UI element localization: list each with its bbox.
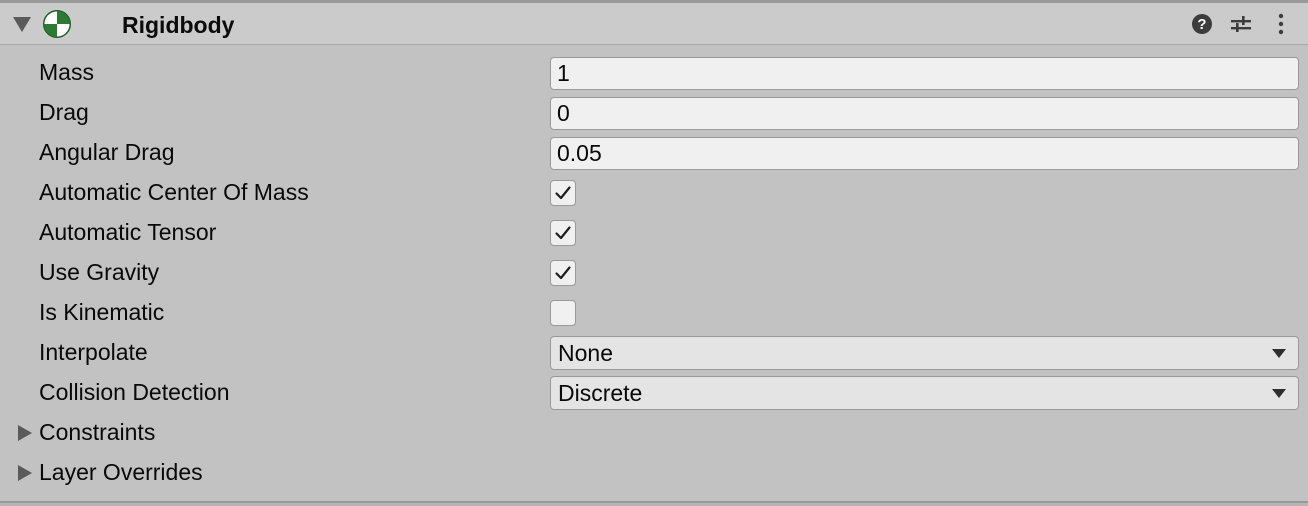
layer-overrides-foldout[interactable]: Layer Overrides (0, 453, 1308, 493)
collision-detection-row: Collision Detection Discrete (0, 373, 1308, 413)
interpolate-row: Interpolate None (0, 333, 1308, 373)
automatic-center-of-mass-label: Automatic Center Of Mass (39, 179, 309, 205)
collision-detection-value: Discrete (558, 380, 643, 406)
mass-field[interactable] (550, 57, 1299, 90)
automatic-center-of-mass-checkbox[interactable] (550, 180, 576, 206)
component-title: Rigidbody (122, 12, 235, 38)
use-gravity-checkbox[interactable] (550, 260, 576, 286)
context-menu-icon[interactable] (1269, 12, 1293, 36)
component-header[interactable]: Rigidbody ? (0, 3, 1308, 45)
inspector-panel: Rigidbody ? Mass Drag Angular Drag A (0, 0, 1308, 506)
foldout-collapsed-icon[interactable] (18, 465, 32, 481)
constraints-foldout[interactable]: Constraints (0, 413, 1308, 453)
is-kinematic-row: Is Kinematic (0, 293, 1308, 333)
svg-text:?: ? (1197, 16, 1206, 33)
rigidbody-icon (43, 10, 71, 38)
chevron-down-icon (1272, 349, 1286, 358)
mass-row: Mass (0, 53, 1308, 93)
interpolate-value: None (558, 340, 613, 366)
drag-row: Drag (0, 93, 1308, 133)
drag-field[interactable] (550, 97, 1299, 130)
foldout-expanded-icon[interactable] (13, 17, 31, 32)
angular-drag-row: Angular Drag (0, 133, 1308, 173)
is-kinematic-checkbox[interactable] (550, 300, 576, 326)
chevron-down-icon (1272, 389, 1286, 398)
automatic-tensor-checkbox[interactable] (550, 220, 576, 246)
interpolate-label: Interpolate (39, 339, 148, 365)
collision-detection-dropdown[interactable]: Discrete (550, 376, 1299, 410)
drag-label: Drag (39, 99, 89, 125)
checkmark-icon (555, 186, 571, 200)
foldout-collapsed-icon[interactable] (18, 425, 32, 441)
automatic-center-of-mass-row: Automatic Center Of Mass (0, 173, 1308, 213)
checkmark-icon (555, 266, 571, 280)
layer-overrides-label[interactable]: Layer Overrides (39, 459, 203, 486)
angular-drag-field[interactable] (550, 137, 1299, 170)
angular-drag-label: Angular Drag (39, 139, 175, 165)
use-gravity-label: Use Gravity (39, 259, 160, 285)
is-kinematic-label: Is Kinematic (39, 299, 165, 325)
mass-label: Mass (39, 59, 94, 85)
presets-icon[interactable] (1229, 12, 1253, 36)
help-icon[interactable]: ? (1190, 12, 1214, 36)
checkmark-icon (555, 226, 571, 240)
automatic-tensor-row: Automatic Tensor (0, 213, 1308, 253)
constraints-label[interactable]: Constraints (39, 419, 155, 446)
use-gravity-row: Use Gravity (0, 253, 1308, 293)
interpolate-dropdown[interactable]: None (550, 336, 1299, 370)
collision-detection-label: Collision Detection (39, 379, 230, 405)
automatic-tensor-label: Automatic Tensor (39, 219, 217, 245)
